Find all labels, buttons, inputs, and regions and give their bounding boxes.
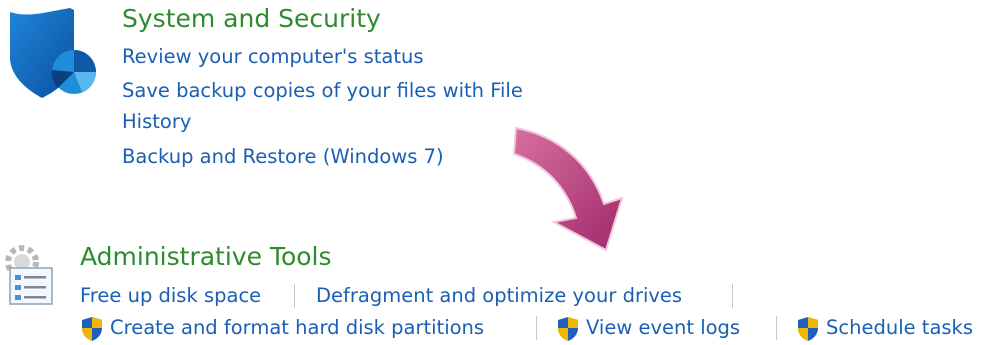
- separator: [776, 316, 777, 340]
- review-status-link[interactable]: Review your computer's status: [122, 44, 424, 70]
- shield-icon[interactable]: [6, 8, 98, 100]
- uac-shield-icon: [80, 316, 104, 342]
- admin-tools-icon[interactable]: [0, 240, 58, 306]
- defragment-link[interactable]: Defragment and optimize your drives: [316, 283, 682, 309]
- backup-restore-link[interactable]: Backup and Restore (Windows 7): [122, 144, 444, 170]
- system-security-title[interactable]: System and Security: [122, 4, 381, 34]
- uac-shield-icon: [796, 316, 820, 342]
- free-disk-space-link[interactable]: Free up disk space: [80, 283, 261, 309]
- curved-arrow-icon: [508, 108, 638, 258]
- uac-shield-icon: [556, 316, 580, 342]
- admin-tools-title[interactable]: Administrative Tools: [80, 242, 332, 272]
- separator: [732, 284, 733, 308]
- separator: [536, 316, 537, 340]
- file-history-link[interactable]: Save backup copies of your files with Fi…: [122, 78, 523, 104]
- view-event-logs-link[interactable]: View event logs: [586, 315, 740, 341]
- file-history-link-continued[interactable]: History: [122, 109, 191, 135]
- disk-partitions-link[interactable]: Create and format hard disk partitions: [110, 315, 484, 341]
- separator: [294, 284, 295, 308]
- schedule-tasks-link[interactable]: Schedule tasks: [826, 315, 973, 341]
